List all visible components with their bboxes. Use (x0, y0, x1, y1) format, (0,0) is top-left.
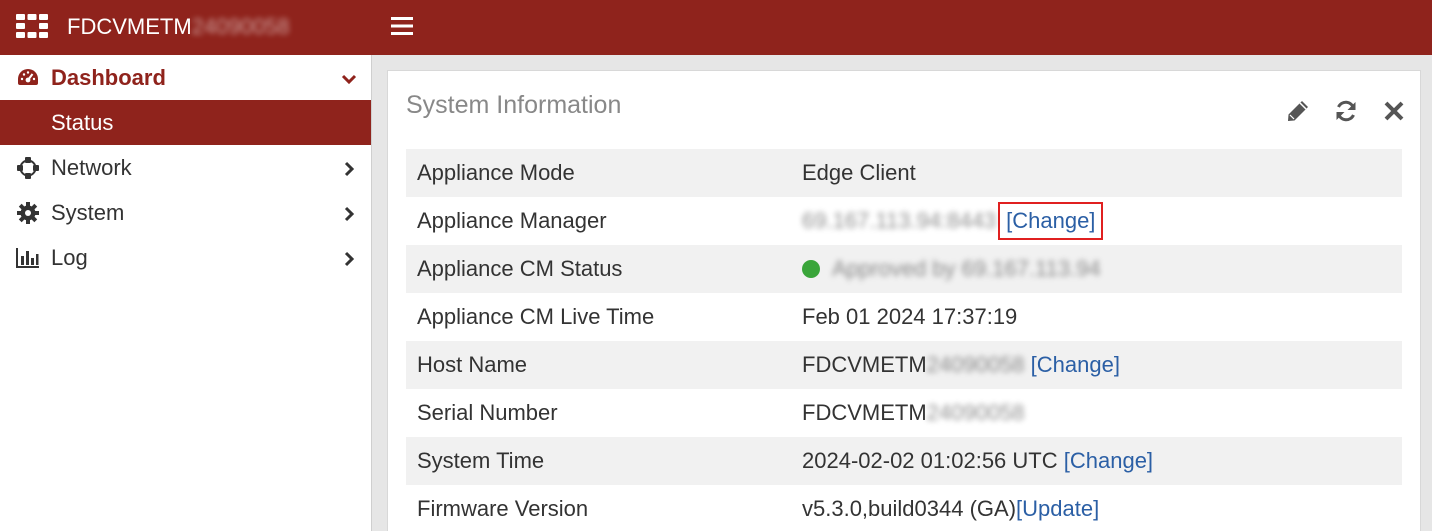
change-host-name-link[interactable]: [Change] (1031, 352, 1120, 377)
widget-title: System Information (406, 91, 622, 119)
top-bar: FDCVMETM24090058 (0, 0, 1432, 55)
cm-status-value: Approved by 69.167.113.94 (790, 245, 1402, 293)
redacted-serial-suffix: 24090058 (926, 400, 1025, 425)
row-label: Host Name (417, 352, 528, 377)
appliance-mode-value: Edge Client (802, 160, 916, 185)
sidebar-item-dashboard[interactable]: Dashboard (0, 55, 371, 100)
host-name-value: FDCVMETM24090058 [Change] (802, 352, 1120, 377)
bar-chart-icon (16, 246, 40, 270)
sidebar-item-label: Dashboard (51, 64, 166, 90)
serial-number-value: FDCVMETM24090058 (802, 400, 1025, 425)
table-row: Appliance CM Live Time Feb 01 2024 17:37… (406, 293, 1402, 341)
table-row: Host Name FDCVMETM24090058 [Change] (406, 341, 1402, 389)
chevron-right-icon (341, 158, 357, 177)
system-time-value: 2024-02-02 01:02:56 UTC [Change] (802, 448, 1154, 473)
gear-icon (16, 201, 40, 225)
main-content: System Information Appliance Mode Edge C… (373, 55, 1432, 531)
cm-live-time-value: Feb 01 2024 17:37:19 (802, 304, 1018, 329)
sidebar-item-log[interactable]: Log (0, 235, 371, 280)
device-hostname: FDCVMETM24090058 (67, 14, 290, 39)
close-icon[interactable] (1382, 99, 1406, 123)
table-row: Firmware Version v5.3.0,build0344 (GA)[U… (406, 485, 1402, 531)
table-row: Serial Number FDCVMETM24090058 (406, 389, 1402, 437)
sidebar-item-system[interactable]: System (0, 190, 371, 235)
row-label: Appliance Mode (417, 160, 575, 185)
sidebar-item-label: Status (51, 109, 114, 135)
chevron-right-icon (341, 248, 357, 267)
redacted-host-suffix: 24090058 (926, 352, 1025, 377)
system-info-table: Appliance Mode Edge Client Appliance Man… (406, 149, 1402, 531)
redacted-manager-address: 69.167.113.94:8443 (802, 208, 997, 233)
widget-toolbar (1286, 99, 1406, 123)
table-row: Appliance Manager 69.167.113.94:8443 [Cha… (406, 197, 1402, 245)
row-label: Appliance Manager (417, 208, 607, 233)
table-row: System Time 2024-02-02 01:02:56 UTC [Cha… (406, 437, 1402, 485)
sidebar-item-label: System (51, 199, 125, 225)
table-row: Appliance CM Status Approved by 69.167.1… (406, 245, 1402, 293)
row-label: Serial Number (417, 400, 558, 425)
redacted-cm-status-text: Approved by 69.167.113.94 (832, 256, 1101, 281)
status-ok-icon (802, 260, 820, 278)
table-row: Appliance Mode Edge Client (406, 149, 1402, 197)
sidebar-item-label: Network (51, 154, 132, 180)
row-label: Firmware Version (417, 496, 589, 521)
chevron-right-icon (341, 203, 357, 222)
row-label: System Time (417, 448, 545, 473)
firmware-version-value: v5.3.0,build0344 (GA)[Update] (802, 496, 1100, 521)
refresh-icon[interactable] (1334, 99, 1358, 123)
row-label: Appliance CM Status (417, 256, 623, 281)
change-system-time-link[interactable]: [Change] (1064, 448, 1153, 473)
system-information-widget: System Information Appliance Mode Edge C… (387, 70, 1421, 531)
pencil-icon[interactable] (1286, 99, 1310, 123)
dashboard-gauge-icon (16, 66, 40, 90)
network-icon (16, 156, 40, 180)
update-firmware-link[interactable]: [Update] (1016, 496, 1099, 521)
chevron-down-icon (341, 68, 357, 86)
row-label: Appliance CM Live Time (417, 304, 655, 329)
hamburger-menu-icon[interactable] (390, 15, 414, 37)
redacted-hostname-suffix: 24090058 (191, 14, 290, 39)
sidebar-item-status[interactable]: Status (0, 100, 371, 145)
change-appliance-manager-link[interactable]: [Change] (998, 202, 1104, 240)
sidebar-item-network[interactable]: Network (0, 145, 371, 190)
fortinet-logo-icon[interactable] (16, 14, 48, 38)
sidebar-item-label: Log (51, 244, 88, 270)
appliance-manager-value: 69.167.113.94:8443 [Change] (790, 197, 1402, 245)
sidebar: Dashboard Status Network System Log (0, 55, 372, 531)
